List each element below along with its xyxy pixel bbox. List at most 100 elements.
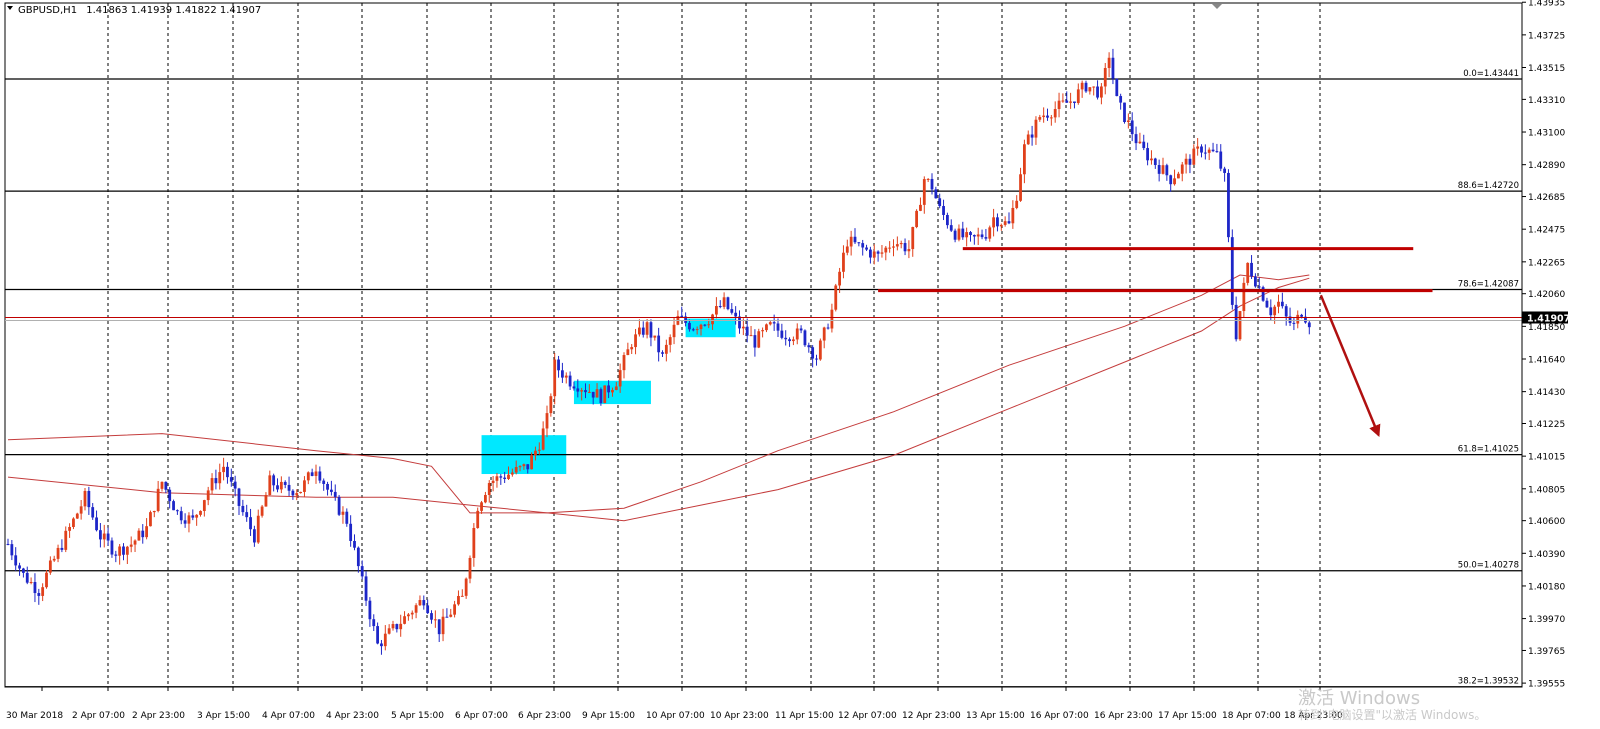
candle-body <box>187 515 191 524</box>
symbol-header: GBPUSD,H1 1.41863 1.41939 1.41822 1.4190… <box>18 5 261 16</box>
candle-body <box>1023 144 1026 175</box>
candle-body <box>1277 301 1280 307</box>
candle-body <box>1284 306 1288 317</box>
candle-body <box>761 330 764 332</box>
time-tick-label: 9 Apr 15:00 <box>582 711 635 721</box>
fibonacci-label: 0.0=1.43441 <box>1463 69 1519 79</box>
candle-body <box>79 506 83 514</box>
time-tick-label: 10 Apr 07:00 <box>646 711 705 721</box>
candle-body <box>206 490 210 501</box>
candle-body <box>703 324 707 326</box>
candle-body <box>611 389 614 393</box>
candle-body <box>299 491 302 494</box>
candle-body <box>91 507 95 518</box>
candle-body <box>6 543 10 545</box>
candle-body <box>64 530 68 550</box>
candle-body <box>199 510 202 515</box>
fibonacci-label: 38.2=1.39532 <box>1458 677 1519 687</box>
candle-body <box>437 619 441 635</box>
candle-body <box>1126 120 1130 123</box>
scroll-marker-icon[interactable] <box>1212 4 1222 9</box>
candle-body <box>368 600 372 620</box>
candle-body <box>691 329 695 331</box>
candle-body <box>191 515 195 518</box>
candle-body <box>260 506 264 516</box>
candle-body <box>410 612 414 615</box>
candle-body <box>680 315 684 317</box>
candle-body <box>33 582 37 594</box>
header-dropdown-icon[interactable] <box>7 6 13 10</box>
candle-body <box>718 306 722 308</box>
candle-body <box>495 476 499 481</box>
candle-body <box>106 533 110 541</box>
candle-body <box>776 323 780 331</box>
candle-body <box>1011 207 1015 224</box>
candle-body <box>976 234 980 237</box>
candle-body <box>176 510 179 512</box>
candle-body <box>922 179 926 205</box>
candle-body <box>1034 119 1038 138</box>
candle-body <box>10 544 14 556</box>
candle-body <box>607 385 610 393</box>
candle-body <box>1211 149 1215 152</box>
candle-body <box>118 546 122 556</box>
time-tick-label: 13 Apr 15:00 <box>966 711 1025 721</box>
candle-body <box>903 243 907 252</box>
candle-body <box>95 517 98 531</box>
candle-body <box>441 616 445 635</box>
candle-body <box>341 511 345 515</box>
candle-body <box>1073 101 1076 104</box>
candle-body <box>1038 117 1042 120</box>
candle-body <box>857 242 861 244</box>
candle-body <box>784 337 788 340</box>
candle-body <box>491 480 495 484</box>
candle-body <box>137 530 141 541</box>
candle-body <box>861 243 865 248</box>
price-chart[interactable]: 0.0=1.43441 88.6=1.42720 78.6=1.42087 61.8=… <box>0 0 1600 729</box>
candle-body <box>453 604 456 615</box>
candle-body <box>314 471 318 476</box>
candle-body <box>195 514 199 518</box>
candle-body <box>233 481 237 489</box>
candle-body <box>449 614 453 617</box>
candle-body <box>87 490 91 508</box>
candle-body <box>56 547 60 559</box>
candle-body <box>276 485 279 490</box>
price-tick-label: 1.43310 <box>1528 96 1565 106</box>
candle-body <box>957 228 961 240</box>
price-tick-label: 1.40805 <box>1528 485 1565 495</box>
candle-body <box>711 314 714 325</box>
candle-body <box>25 572 29 583</box>
candle-body <box>984 237 988 239</box>
candle-body <box>75 513 79 519</box>
price-tick-label: 1.41640 <box>1528 355 1565 365</box>
candle-body <box>356 547 360 567</box>
candle-body <box>591 391 595 398</box>
candle-body <box>645 322 649 335</box>
candle-body <box>1184 158 1188 165</box>
candle-body <box>480 502 483 511</box>
candle-body <box>1180 164 1184 174</box>
ohlc-values: 1.41863 1.41939 1.41822 1.41907 <box>86 5 261 16</box>
candle-body <box>1153 158 1157 166</box>
candle-body <box>657 335 661 353</box>
candlesticks <box>6 48 1311 655</box>
price-tick-label: 1.40390 <box>1528 550 1565 560</box>
candle-body <box>576 388 580 392</box>
candle-body <box>476 510 480 528</box>
candle-body <box>953 230 957 240</box>
candle-body <box>772 322 776 324</box>
moving-average-line <box>7 277 1310 522</box>
candle-body <box>638 327 641 335</box>
candle-body <box>430 613 433 620</box>
candle-body <box>534 450 537 456</box>
candle-body <box>580 390 584 392</box>
price-tick-label: 1.39970 <box>1528 615 1565 625</box>
candle-body <box>826 327 830 329</box>
candle-body <box>949 225 953 231</box>
candle-body <box>969 232 972 236</box>
candle-body <box>980 234 984 238</box>
candle-body <box>695 329 699 331</box>
candle-body <box>1138 141 1142 144</box>
candle-body <box>322 480 326 484</box>
